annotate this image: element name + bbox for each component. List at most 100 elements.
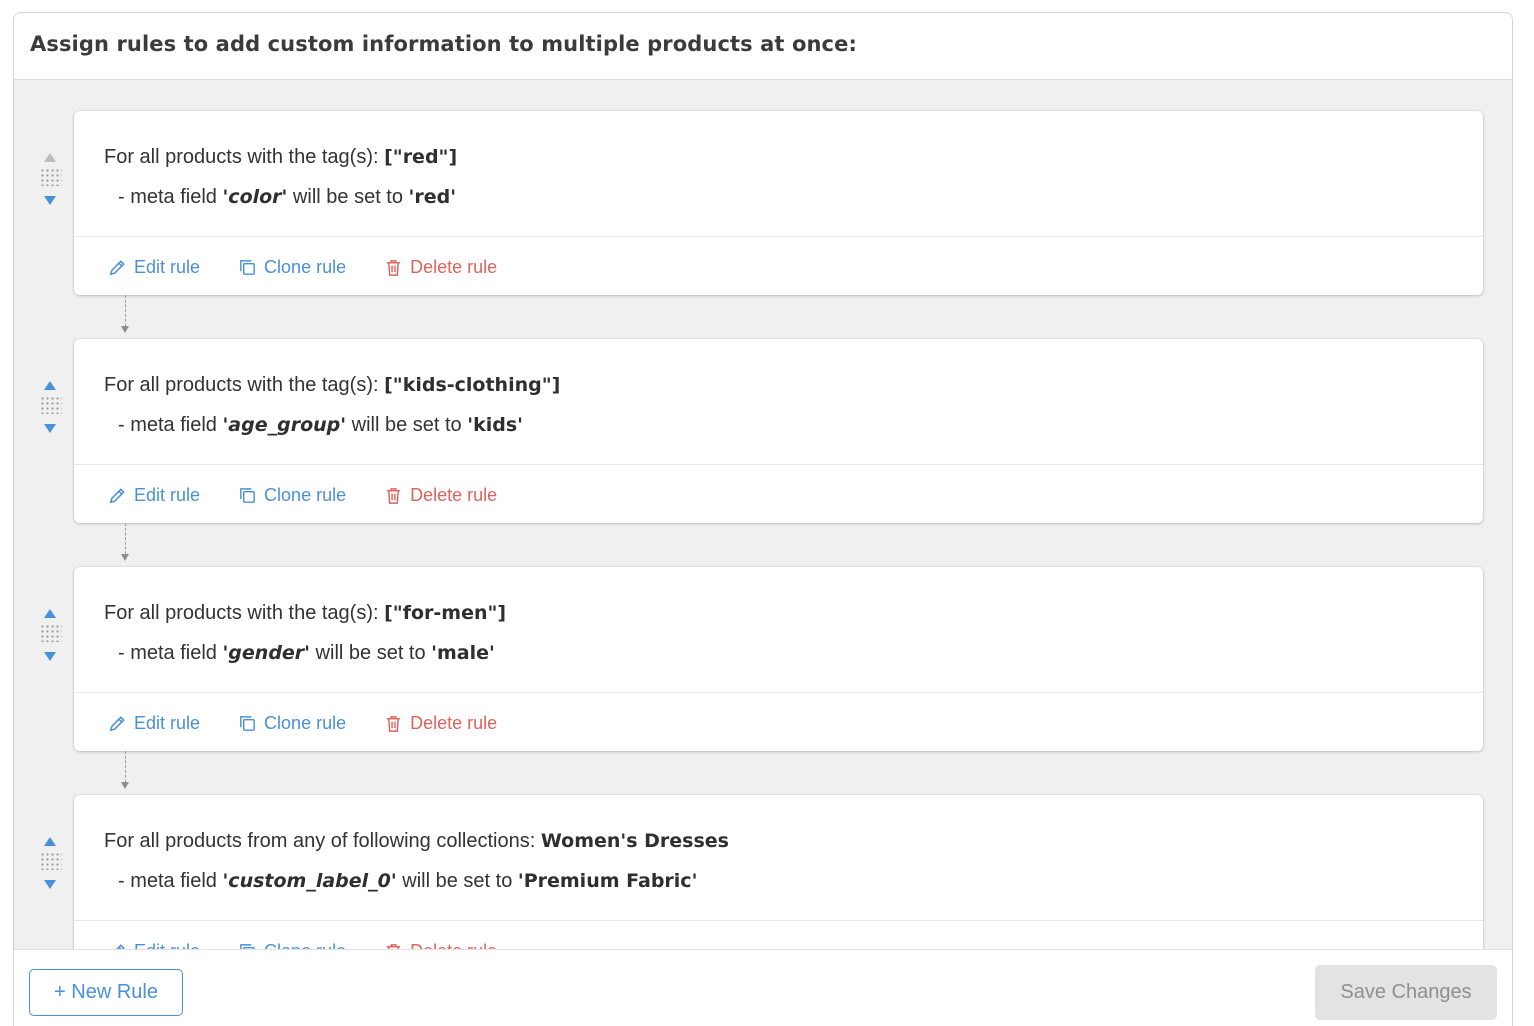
condition-text: For all products with the tag(s): [104, 146, 385, 168]
rule-description: For all products from any of following c… [74, 795, 1483, 921]
reorder-controls [38, 605, 62, 665]
move-down-arrow-icon[interactable] [44, 880, 56, 889]
meta-field-value: 'Premium Fabric' [517, 870, 698, 892]
edit-rule-label: Edit rule [134, 256, 201, 277]
copy-icon [240, 715, 255, 731]
rule-connector-arrow [121, 295, 129, 333]
delete-rule-label: Delete rule [410, 484, 498, 505]
reorder-controls [38, 833, 62, 893]
condition-text: For all products with the tag(s): [104, 602, 385, 624]
rule-assignment: - meta field 'custom_label_0' will be se… [104, 869, 1483, 893]
edit-rule-label: Edit rule [134, 712, 201, 733]
rules-panel: Assign rules to add custom information t… [13, 12, 1513, 1026]
trash-icon [386, 715, 401, 732]
meta-field-name: 'gender' [222, 642, 310, 664]
meta-prefix: - meta field [118, 414, 223, 436]
drag-handle-icon[interactable] [40, 168, 62, 186]
assignment-text: will be set to [396, 870, 518, 892]
reorder-controls [38, 377, 62, 437]
condition-value: ["kids-clothing"] [384, 374, 561, 396]
reorder-controls [38, 149, 62, 209]
rule-condition: For all products with the tag(s): ["red"… [104, 145, 1483, 169]
trash-icon [386, 259, 401, 276]
meta-prefix: - meta field [118, 186, 223, 208]
page-title: Assign rules to add custom information t… [30, 32, 857, 56]
delete-rule-button[interactable]: Delete rule [384, 257, 497, 278]
condition-value: Women's Dresses [540, 830, 729, 852]
meta-prefix: - meta field [118, 870, 223, 892]
drag-handle-icon[interactable] [40, 852, 62, 870]
rule-actions: Edit rule Clone rule Delete rule [108, 711, 535, 735]
edit-rule-label: Edit rule [134, 484, 201, 505]
rule-row: For all products with the tag(s): ["for-… [14, 567, 1512, 751]
move-up-arrow-icon[interactable] [44, 837, 56, 846]
trash-icon [386, 487, 401, 504]
clone-rule-button[interactable]: Clone rule [238, 713, 346, 734]
delete-rule-button[interactable]: Delete rule [384, 485, 497, 506]
move-down-arrow-icon[interactable] [44, 652, 56, 661]
meta-field-value: 'kids' [467, 414, 523, 436]
rule-card: For all products with the tag(s): ["red"… [74, 111, 1483, 295]
save-changes-button[interactable]: Save Changes [1315, 965, 1497, 1020]
rule-connector-arrow [121, 751, 129, 789]
rule-actions: Edit rule Clone rule Delete rule [108, 255, 535, 279]
move-up-arrow-icon [44, 153, 56, 162]
rule-condition: For all products with the tag(s): ["kids… [104, 373, 1483, 397]
copy-icon [240, 259, 255, 275]
move-down-arrow-icon[interactable] [44, 424, 56, 433]
meta-field-value: 'red' [408, 186, 457, 208]
assignment-text: will be set to [310, 642, 432, 664]
pencil-icon [109, 487, 125, 503]
clone-rule-button[interactable]: Clone rule [238, 485, 346, 506]
move-down-arrow-icon[interactable] [44, 196, 56, 205]
rule-row: For all products from any of following c… [14, 795, 1512, 950]
move-up-arrow-icon[interactable] [44, 381, 56, 390]
rule-description: For all products with the tag(s): ["kids… [74, 339, 1483, 465]
rule-card: For all products from any of following c… [74, 795, 1483, 950]
rule-card: For all products with the tag(s): ["kids… [74, 339, 1483, 523]
edit-rule-button[interactable]: Edit rule [108, 713, 200, 734]
new-rule-button[interactable]: + New Rule [29, 969, 183, 1016]
rule-row: For all products with the tag(s): ["kids… [14, 339, 1512, 523]
edit-rule-button[interactable]: Edit rule [108, 257, 200, 278]
rule-assignment: - meta field 'gender' will be set to 'ma… [104, 641, 1483, 665]
clone-rule-button[interactable]: Clone rule [238, 257, 346, 278]
assignment-text: will be set to [287, 186, 409, 208]
panel-header: Assign rules to add custom information t… [14, 13, 1512, 80]
rule-condition: For all products with the tag(s): ["for-… [104, 601, 1483, 625]
meta-field-name: 'color' [222, 186, 288, 208]
meta-field-name: 'age_group' [222, 414, 347, 436]
clone-rule-label: Clone rule [264, 484, 347, 505]
condition-value: ["for-men"] [384, 602, 507, 624]
rule-row: For all products with the tag(s): ["red"… [14, 111, 1512, 295]
meta-field-value: 'male' [431, 642, 495, 664]
drag-handle-icon[interactable] [40, 624, 62, 642]
rule-connector-arrow [121, 523, 129, 561]
rule-description: For all products with the tag(s): ["red"… [74, 111, 1483, 237]
move-up-arrow-icon[interactable] [44, 609, 56, 618]
meta-field-name: 'custom_label_0' [222, 870, 397, 892]
pencil-icon [109, 259, 125, 275]
rule-actions: Edit rule Clone rule Delete rule [108, 483, 535, 507]
rule-description: For all products with the tag(s): ["for-… [74, 567, 1483, 693]
condition-text: For all products with the tag(s): [104, 374, 385, 396]
rule-assignment: - meta field 'color' will be set to 'red… [104, 185, 1483, 209]
meta-prefix: - meta field [118, 642, 223, 664]
assignment-text: will be set to [346, 414, 468, 436]
rule-card: For all products with the tag(s): ["for-… [74, 567, 1483, 751]
edit-rule-button[interactable]: Edit rule [108, 485, 200, 506]
copy-icon [240, 487, 255, 503]
delete-rule-label: Delete rule [410, 256, 498, 277]
clone-rule-label: Clone rule [264, 712, 347, 733]
rule-condition: For all products from any of following c… [104, 829, 1483, 853]
footer-bar: + New Rule Save Changes [14, 949, 1512, 1026]
rule-assignment: - meta field 'age_group' will be set to … [104, 413, 1483, 437]
delete-rule-button[interactable]: Delete rule [384, 713, 497, 734]
condition-text: For all products from any of following c… [104, 830, 541, 852]
rules-list: For all products with the tag(s): ["red"… [14, 81, 1512, 950]
clone-rule-label: Clone rule [264, 256, 347, 277]
delete-rule-label: Delete rule [410, 712, 498, 733]
pencil-icon [109, 715, 125, 731]
condition-value: ["red"] [384, 146, 458, 168]
drag-handle-icon[interactable] [40, 396, 62, 414]
